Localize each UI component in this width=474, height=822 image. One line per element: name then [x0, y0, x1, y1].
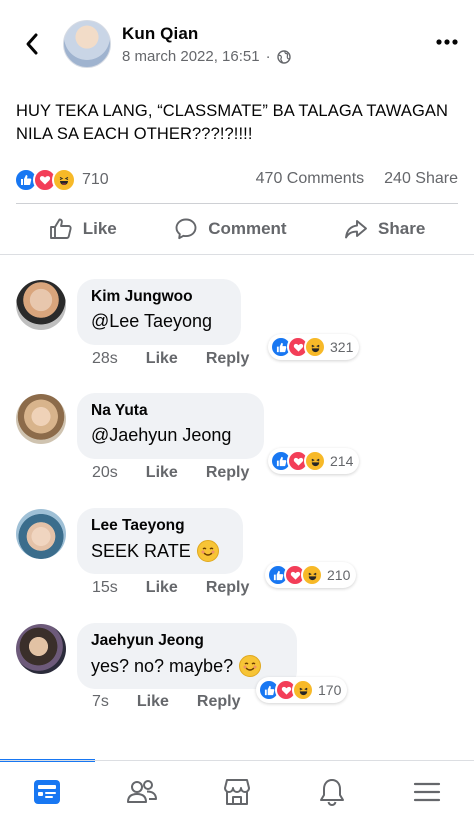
comment-reactions[interactable]: 170: [256, 677, 348, 703]
comment-bubble[interactable]: Lee Taeyong SEEK RATE: [77, 508, 243, 574]
haha-reaction-icon: [52, 168, 76, 192]
nav-menu[interactable]: [397, 767, 457, 817]
comment-reply-button[interactable]: Reply: [206, 350, 250, 368]
comments-count[interactable]: 470 Comments: [256, 170, 365, 188]
share-icon: [345, 220, 367, 239]
reaction-count: 710: [82, 171, 109, 188]
comment-bubble[interactable]: Kim Jungwoo @Lee Taeyong: [77, 279, 241, 345]
friends-icon: [127, 779, 158, 803]
post-stats: 470 Comments 240 Share: [256, 170, 458, 188]
comment-reply-button[interactable]: Reply: [206, 464, 250, 482]
comment-reaction-count: 214: [330, 453, 354, 469]
commenter-name[interactable]: Jaehyun Jeong: [91, 632, 281, 650]
comment-like-button[interactable]: Like: [146, 579, 178, 597]
like-button-label: Like: [82, 219, 117, 238]
chevron-left-icon: [26, 33, 38, 55]
commenter-name[interactable]: Lee Taeyong: [91, 517, 227, 535]
comment-meta: 15s Like Reply: [92, 579, 249, 597]
nav-marketplace[interactable]: [207, 767, 267, 817]
comment-reactions[interactable]: 210: [265, 562, 357, 588]
comment-like-button[interactable]: Like: [146, 464, 178, 482]
commenter-name[interactable]: Na Yuta: [91, 402, 248, 420]
back-button[interactable]: [18, 30, 46, 58]
share-button[interactable]: Share: [344, 217, 425, 241]
comment-text: yes? no? maybe?: [91, 655, 281, 677]
more-options-button[interactable]: [436, 28, 458, 51]
commenter-avatar[interactable]: [16, 280, 66, 330]
comment-time: 28s: [92, 350, 118, 367]
comment-text-content: SEEK RATE: [91, 540, 191, 561]
share-button-label: Share: [378, 219, 426, 238]
globe-icon: [276, 49, 291, 64]
author-name[interactable]: Kun Qian: [122, 24, 198, 44]
comment-text: @Lee Taeyong: [91, 311, 225, 332]
post-timestamp[interactable]: 8 march 2022, 16:51: [122, 48, 260, 65]
feed-icon: [34, 779, 61, 804]
comment-reaction-count: 321: [330, 339, 354, 355]
comment-time: 7s: [92, 693, 109, 710]
commenter-avatar[interactable]: [16, 509, 66, 559]
commenter-avatar[interactable]: [16, 394, 66, 444]
meta-separator: ·: [265, 48, 271, 65]
smiling-face-icon: [196, 540, 219, 562]
comment-reply-button[interactable]: Reply: [197, 693, 241, 711]
actions-divider: [0, 254, 474, 255]
post-reactions-summary[interactable]: 710: [14, 168, 109, 192]
post-text: HUY TEKA LANG, “CLASSMATE” BA TALAGA TAW…: [16, 102, 448, 143]
comment-meta: 28s Like Reply: [92, 350, 249, 368]
comment-reactions[interactable]: 214: [268, 448, 360, 474]
comment-text: SEEK RATE: [91, 540, 227, 562]
like-button[interactable]: Like: [49, 217, 117, 241]
comment-reactions[interactable]: 321: [268, 334, 360, 360]
comment-icon: [175, 218, 197, 240]
comment-text-content: yes? no? maybe?: [91, 655, 234, 676]
comment-time: 15s: [92, 579, 118, 596]
shares-count[interactable]: 240 Share: [384, 170, 458, 188]
comment-button-label: Comment: [208, 219, 287, 238]
comment-text: @Jaehyun Jeong: [91, 425, 248, 446]
author-avatar[interactable]: [63, 20, 111, 68]
more-options-icon: [436, 39, 458, 45]
commenter-name[interactable]: Kim Jungwoo: [91, 288, 225, 306]
comment-meta: 7s Like Reply: [92, 693, 241, 711]
haha-reaction-icon: [301, 564, 323, 586]
post-actions-bar: Like Comment Share: [0, 204, 474, 254]
haha-reaction-icon: [292, 679, 314, 701]
comment-time: 20s: [92, 464, 118, 481]
comment-bubble[interactable]: Na Yuta @Jaehyun Jeong: [77, 393, 264, 459]
comment-like-button[interactable]: Like: [137, 693, 169, 711]
post-meta: 8 march 2022, 16:51 ·: [122, 48, 291, 65]
comment-text-content: @Lee Taeyong: [91, 311, 213, 331]
comment-reaction-count: 210: [327, 567, 351, 583]
haha-reaction-icon: [304, 336, 326, 358]
thumbs-up-icon: [49, 218, 72, 239]
comment-text-content: @Jaehyun Jeong: [91, 425, 232, 445]
nav-friends[interactable]: [112, 767, 172, 817]
comment-button[interactable]: Comment: [174, 217, 287, 241]
menu-icon: [413, 782, 440, 801]
smiling-face-icon: [239, 655, 262, 677]
comment-reply-button[interactable]: Reply: [206, 579, 250, 597]
marketplace-icon: [223, 778, 250, 805]
bottom-nav: [0, 760, 474, 822]
commenter-avatar[interactable]: [16, 624, 66, 674]
comment-reaction-count: 170: [318, 682, 342, 698]
nav-notifications[interactable]: [302, 767, 362, 817]
nav-feed[interactable]: [17, 767, 77, 817]
comment-meta: 20s Like Reply: [92, 464, 249, 482]
comment-like-button[interactable]: Like: [146, 350, 178, 368]
notifications-icon: [319, 778, 344, 806]
haha-reaction-icon: [304, 450, 326, 472]
